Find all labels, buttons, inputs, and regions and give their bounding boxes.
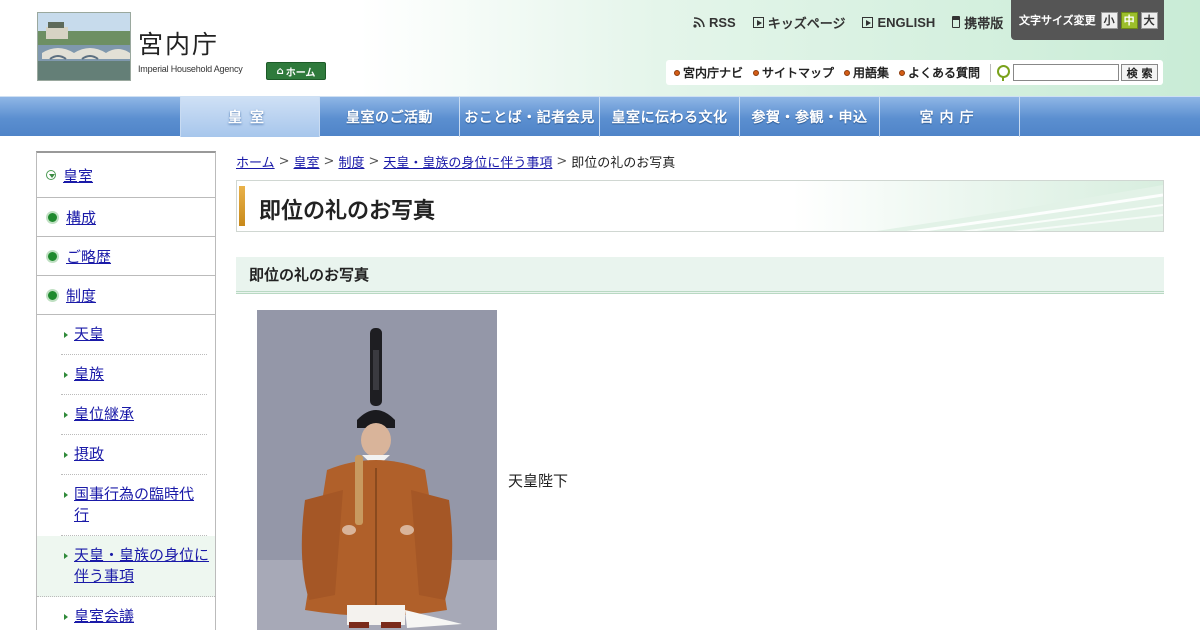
sidebar-subitem-label[interactable]: 国事行為の臨時代行 bbox=[74, 485, 194, 524]
bullet-icon bbox=[46, 288, 59, 302]
english-link-label: ENGLISH bbox=[877, 14, 936, 30]
sidebar-subitem-council[interactable]: 皇室会議 bbox=[61, 597, 207, 630]
search-icon bbox=[996, 64, 1011, 81]
bullet-icon bbox=[899, 69, 906, 76]
sidebar-item-composition[interactable]: 構成 bbox=[37, 198, 215, 237]
utility-link-label: よくある質問 bbox=[908, 66, 981, 80]
global-nav-agency[interactable]: 宮内庁 bbox=[880, 97, 1020, 137]
play-icon bbox=[752, 16, 764, 28]
utility-link-label: 用語集 bbox=[853, 66, 890, 80]
rss-icon bbox=[693, 16, 705, 28]
global-nav-imperial-family[interactable]: 皇室 bbox=[180, 97, 320, 137]
sidebar-subitem-label[interactable]: 皇室会議 bbox=[74, 607, 134, 625]
logo-photo[interactable] bbox=[37, 12, 131, 81]
site-logo-english: Imperial Household Agency bbox=[138, 64, 243, 74]
breadcrumb-separator: > bbox=[323, 153, 335, 169]
breadcrumb-separator: > bbox=[278, 153, 290, 169]
title-accent-bar bbox=[239, 186, 245, 226]
photo-caption: 天皇陛下 bbox=[508, 472, 569, 490]
utility-link-label: 宮内庁ナビ bbox=[683, 66, 744, 80]
home-icon: ⌂ bbox=[276, 65, 284, 77]
breadcrumb-link-imperial-family[interactable]: 皇室 bbox=[294, 152, 320, 171]
global-nav-culture[interactable]: 皇室に伝わる文化 bbox=[600, 97, 740, 137]
sidebar-subitem-label[interactable]: 皇族 bbox=[74, 365, 104, 383]
search-button[interactable]: 検 索 bbox=[1121, 64, 1159, 81]
mobile-icon bbox=[952, 16, 961, 28]
font-size-label: 文字サイズ変更 bbox=[1019, 14, 1096, 27]
font-size-large-button[interactable]: 大 bbox=[1140, 11, 1158, 29]
sidebar-subitem-status-matters[interactable]: 天皇・皇族の身位に伴う事項 bbox=[37, 536, 215, 597]
breadcrumb-current: 即位の礼のお写真 bbox=[571, 155, 676, 171]
divider bbox=[990, 63, 992, 82]
utility-link-label: サイトマップ bbox=[762, 66, 835, 80]
global-nav: 皇室 皇室のご活動 おことば・記者会見 皇室に伝わる文化 参賀・参観・申込 宮内… bbox=[0, 96, 1200, 137]
bullet-icon bbox=[844, 69, 851, 76]
breadcrumb: ホーム > 皇室 > 制度 > 天皇・皇族の身位に伴う事項 > 即位の礼のお写真 bbox=[236, 151, 675, 171]
sidebar-submenu: 天皇 皇族 皇位継承 摂政 国事行為の臨時代行 天皇・皇族の身位に伴う事項 皇室… bbox=[37, 315, 215, 630]
sidebar: 皇室 構成 ご略歴 制度 天皇 皇族 皇位継承 摂政 国事行為の臨時代行 天皇・… bbox=[36, 151, 216, 630]
decorative-swoosh bbox=[876, 185, 1163, 231]
sidebar-subitem-label[interactable]: 摂政 bbox=[74, 445, 104, 463]
page-title-box: 即位の礼のお写真 bbox=[236, 180, 1164, 232]
utility-link-glossary[interactable]: 用語集 bbox=[844, 64, 889, 81]
sidebar-subitem-label[interactable]: 天皇 bbox=[74, 325, 104, 343]
bullet-icon bbox=[46, 249, 59, 263]
site-logo-text[interactable]: 宮内庁 bbox=[138, 32, 219, 57]
font-size-small-button[interactable]: 小 bbox=[1100, 11, 1118, 29]
breadcrumb-link-home[interactable]: ホーム bbox=[236, 152, 275, 171]
sidebar-subitem-label[interactable]: 皇位継承 bbox=[74, 405, 134, 423]
sidebar-item-label[interactable]: ご略歴 bbox=[66, 246, 111, 267]
rss-link-label: RSS bbox=[709, 14, 736, 30]
top-links: RSS キッズページ ENGLISH 携帯版 bbox=[693, 12, 1003, 32]
breadcrumb-separator: > bbox=[368, 153, 380, 169]
breadcrumb-link-system[interactable]: 制度 bbox=[338, 152, 364, 171]
bullet-icon bbox=[674, 69, 680, 76]
sidebar-subitem-label[interactable]: 天皇・皇族の身位に伴う事項 bbox=[74, 546, 209, 585]
sidebar-subitem-regency[interactable]: 摂政 bbox=[61, 435, 207, 475]
sidebar-subitem-deputy[interactable]: 国事行為の臨時代行 bbox=[61, 475, 207, 536]
search-input[interactable] bbox=[1013, 64, 1120, 81]
site-header: 宮内庁 Imperial Household Agency ⌂ ホーム RSS … bbox=[0, 0, 1200, 96]
play-icon bbox=[862, 16, 874, 28]
home-button-label: ホーム bbox=[285, 67, 316, 79]
sidebar-item-biography[interactable]: ご略歴 bbox=[37, 237, 215, 276]
kids-page-link-label: キッズページ bbox=[767, 15, 846, 31]
sidebar-item-label[interactable]: 制度 bbox=[66, 285, 96, 306]
sidebar-item-system[interactable]: 制度 bbox=[37, 276, 215, 315]
bullet-icon bbox=[46, 210, 59, 224]
global-nav-activities[interactable]: 皇室のご活動 bbox=[320, 97, 460, 137]
sidebar-item-imperial-family[interactable]: 皇室 bbox=[37, 153, 215, 198]
utility-link-navi[interactable]: 宮内庁ナビ bbox=[674, 64, 743, 81]
page-title: 即位の礼のお写真 bbox=[259, 199, 436, 224]
breadcrumb-separator: > bbox=[556, 153, 568, 169]
sidebar-subitem-succession[interactable]: 皇位継承 bbox=[61, 395, 207, 435]
mobile-link-label: 携帯版 bbox=[964, 15, 1004, 31]
english-link[interactable]: ENGLISH bbox=[862, 15, 935, 30]
breadcrumb-link-status-matters[interactable]: 天皇・皇族の身位に伴う事項 bbox=[383, 152, 552, 171]
home-button[interactable]: ⌂ ホーム bbox=[266, 62, 326, 80]
utility-nav: 宮内庁ナビ サイトマップ 用語集 よくある質問 検 索 bbox=[666, 60, 1163, 85]
chevron-down-icon bbox=[46, 170, 56, 180]
section-heading: 即位の礼のお写真 bbox=[236, 257, 1164, 294]
global-nav-visits[interactable]: 参賀・参観・申込 bbox=[740, 97, 880, 137]
rss-link[interactable]: RSS bbox=[693, 15, 736, 30]
sidebar-subitem-imperial-members[interactable]: 皇族 bbox=[61, 355, 207, 395]
kids-page-link[interactable]: キッズページ bbox=[752, 13, 846, 32]
font-size-medium-button[interactable]: 中 bbox=[1120, 11, 1138, 29]
sidebar-subitem-emperor[interactable]: 天皇 bbox=[61, 315, 207, 355]
sidebar-item-label[interactable]: 皇室 bbox=[63, 165, 93, 186]
emperor-photo bbox=[257, 310, 497, 630]
utility-link-sitemap[interactable]: サイトマップ bbox=[753, 64, 834, 81]
global-nav-speeches[interactable]: おことば・記者会見 bbox=[460, 97, 600, 137]
sidebar-item-label[interactable]: 構成 bbox=[66, 207, 96, 228]
mobile-link[interactable]: 携帯版 bbox=[952, 13, 1003, 32]
bullet-icon bbox=[753, 69, 760, 76]
font-size-switcher: 文字サイズ変更 小 中 大 bbox=[1011, 0, 1164, 40]
utility-link-faq[interactable]: よくある質問 bbox=[899, 64, 980, 81]
